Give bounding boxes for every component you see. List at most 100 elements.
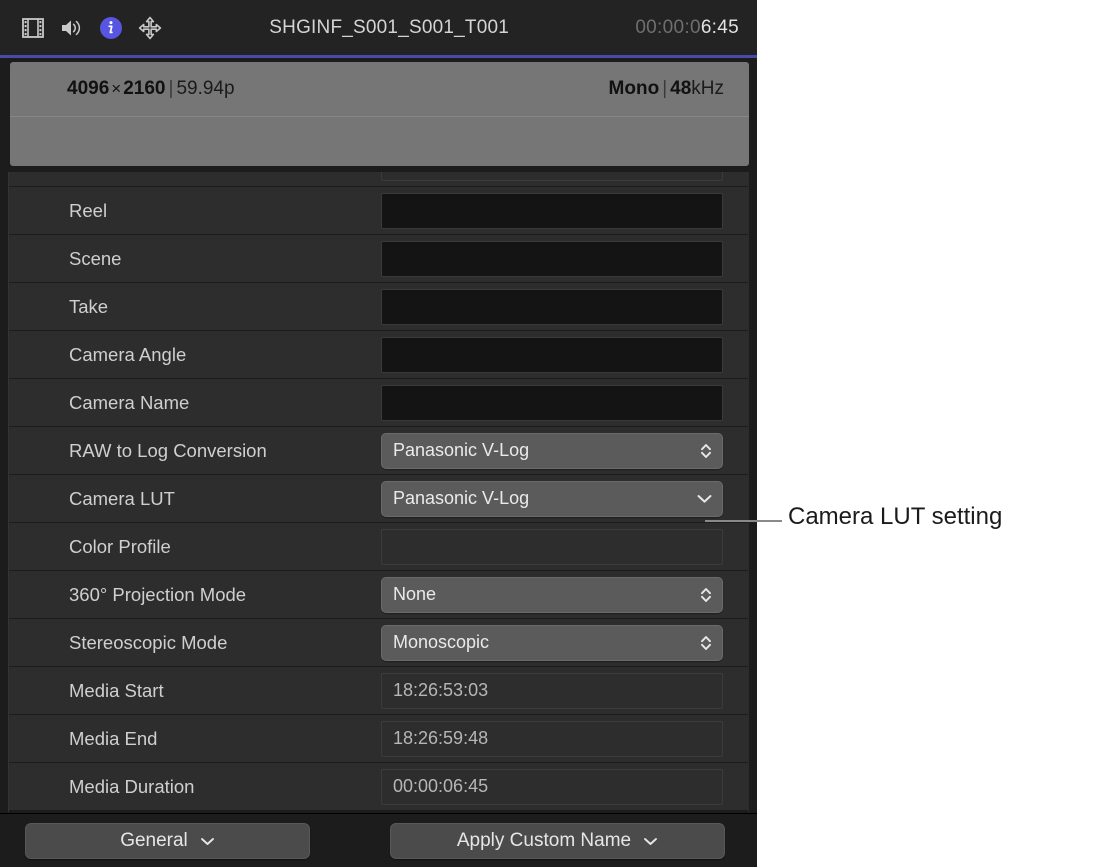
metadata-popup-button[interactable]: Panasonic V-Log [381, 433, 723, 469]
metadata-row-label: Take [9, 296, 381, 318]
metadata-row-label: Camera Angle [9, 344, 381, 366]
frame-rate: 59.94p [176, 78, 234, 99]
chevron-down-icon [643, 830, 658, 852]
metadata-text-field[interactable] [381, 385, 723, 421]
metadata-popup-button[interactable]: Monoscopic [381, 625, 723, 661]
metadata-row: Duration00:00:06:45 [9, 172, 748, 187]
inspector-tab-icons [0, 15, 163, 41]
audio-separator: | [659, 78, 670, 99]
metadata-popup-value: Panasonic V-Log [393, 440, 529, 461]
metadata-row-value-cell [381, 529, 730, 565]
metadata-row-value-cell: 00:00:06:45 [381, 769, 730, 805]
metadata-row-value-cell: Panasonic V-Log [381, 481, 730, 517]
apply-custom-name-label: Apply Custom Name [457, 830, 631, 852]
metadata-row-value-cell: None [381, 577, 730, 613]
timecode-leading-zeros: 00:00:0 [635, 17, 701, 38]
metadata-row-label: Color Profile [9, 536, 381, 558]
metadata-row: Stereoscopic Mode Monoscopic [9, 619, 748, 667]
metadata-popup-value: Monoscopic [393, 632, 489, 653]
apply-custom-name-popup-button[interactable]: Apply Custom Name [390, 823, 725, 859]
metadata-text-field[interactable] [381, 337, 723, 373]
metadata-row: Media Start18:26:53:03 [9, 667, 748, 715]
format-separator: | [166, 78, 177, 99]
metadata-readonly-field: 18:26:59:48 [381, 721, 723, 757]
summary-format-row: 4096×2160|59.94p Mono|48kHz [10, 62, 749, 117]
chevron-down-icon [696, 493, 722, 504]
video-format-summary: 4096×2160|59.94p [67, 78, 235, 100]
chevron-up-down-icon [699, 441, 722, 461]
chevron-down-icon [200, 830, 215, 852]
metadata-row-value-cell [381, 193, 730, 229]
metadata-row-label: Media End [9, 728, 381, 750]
metadata-text-field[interactable] [381, 193, 723, 229]
metadata-row: Camera Angle [9, 331, 748, 379]
metadata-readonly-field: 00:00:06:45 [381, 769, 723, 805]
metadata-row-value-cell: Panasonic V-Log [381, 433, 730, 469]
metadata-row-value-cell: 18:26:59:48 [381, 721, 730, 757]
metadata-inspector-panel: SHGINF_S001_S001_T001 00:00:06:45 4096×2… [0, 0, 757, 867]
metadata-view-label: General [120, 830, 188, 852]
metadata-text-field[interactable] [381, 241, 723, 277]
metadata-row-value-cell: 18:26:53:03 [381, 673, 730, 709]
resolution-height: 2160 [123, 78, 165, 99]
metadata-row: Media End18:26:59:48 [9, 715, 748, 763]
metadata-row-label: Camera LUT [9, 488, 381, 510]
metadata-popup-button[interactable]: None [381, 577, 723, 613]
resolution-times: × [109, 79, 123, 98]
metadata-row: Color Profile [9, 523, 748, 571]
timecode-display: 00:00:06:45 [635, 17, 757, 39]
metadata-row-label: Camera Name [9, 392, 381, 414]
audio-format-summary: Mono|48kHz [609, 78, 724, 100]
metadata-row: Camera Name [9, 379, 748, 427]
metadata-row: Reel [9, 187, 748, 235]
active-tab-accent-line [0, 55, 757, 58]
metadata-row-value-cell [381, 241, 730, 277]
metadata-row: RAW to Log Conversion Panasonic V-Log [9, 427, 748, 475]
metadata-readonly-field: 18:26:53:03 [381, 673, 723, 709]
metadata-popup-value: Panasonic V-Log [393, 488, 529, 509]
info-icon[interactable] [98, 15, 124, 41]
metadata-row-label: RAW to Log Conversion [9, 440, 381, 462]
clip-name-title: SHGINF_S001_S001_T001 [143, 17, 635, 39]
metadata-row: Camera LUT Panasonic V-Log [9, 475, 748, 523]
metadata-popup-value: None [393, 584, 436, 605]
metadata-row: Take [9, 283, 748, 331]
metadata-row-label: Media Duration [9, 776, 381, 798]
metadata-row-value-cell [381, 385, 730, 421]
metadata-popup-button[interactable]: Panasonic V-Log [381, 481, 723, 517]
speaker-icon[interactable] [59, 15, 85, 41]
timecode-value: 6:45 [701, 17, 739, 38]
inspector-bottom-toolbar: General Apply Custom Name [0, 813, 757, 867]
metadata-row: Scene [9, 235, 748, 283]
audio-channels: Mono [609, 78, 660, 99]
metadata-row-label: Scene [9, 248, 381, 270]
callout-leader-line [705, 520, 782, 522]
metadata-row: 360° Projection Mode None [9, 571, 748, 619]
metadata-empty-field [381, 529, 723, 565]
chevron-up-down-icon [699, 633, 722, 653]
metadata-list-scroll-area[interactable]: Duration00:00:06:45ReelSceneTakeCamera A… [8, 172, 749, 812]
metadata-row-value-cell: Monoscopic [381, 625, 730, 661]
audio-sample-rate-unit: kHz [691, 78, 724, 99]
metadata-row-value-cell [381, 289, 730, 325]
metadata-row-value-cell [381, 337, 730, 373]
clip-summary-strip: 4096×2160|59.94p Mono|48kHz [10, 62, 749, 166]
resolution-width: 4096 [67, 78, 109, 99]
metadata-row-label: Duration [9, 172, 381, 174]
filmstrip-icon[interactable] [20, 15, 46, 41]
summary-secondary-row [10, 117, 749, 165]
metadata-readonly-field: 00:00:06:45 [381, 172, 723, 181]
metadata-text-field[interactable] [381, 289, 723, 325]
audio-sample-rate-number: 48 [670, 78, 691, 99]
callout-label: Camera LUT setting [788, 503, 1002, 531]
metadata-row-label: Reel [9, 200, 381, 222]
chevron-up-down-icon [699, 585, 722, 605]
metadata-view-popup-button[interactable]: General [25, 823, 310, 859]
inspector-header: SHGINF_S001_S001_T001 00:00:06:45 [0, 0, 757, 55]
metadata-row-label: 360° Projection Mode [9, 584, 381, 606]
metadata-row-value-cell: 00:00:06:45 [381, 172, 730, 181]
metadata-list: Duration00:00:06:45ReelSceneTakeCamera A… [9, 172, 748, 811]
metadata-row-label: Stereoscopic Mode [9, 632, 381, 654]
metadata-row-label: Media Start [9, 680, 381, 702]
metadata-row: Media Duration00:00:06:45 [9, 763, 748, 811]
